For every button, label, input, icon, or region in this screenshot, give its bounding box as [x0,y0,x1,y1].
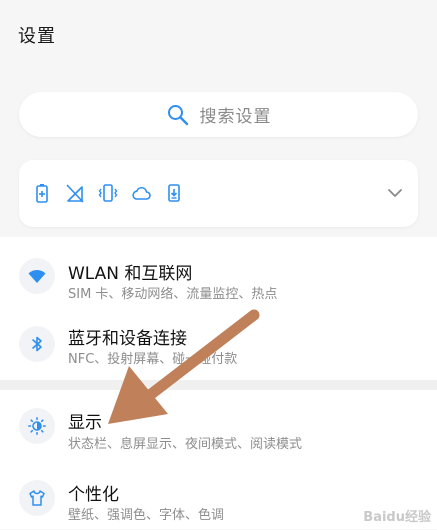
watermark: Baidu经验 [363,510,431,525]
settings-item-subtitle: NFC、投射屏幕、碰一碰付款 [68,352,238,367]
settings-item-bluetooth[interactable]: 蓝牙和设备连接 NFC、投射屏幕、碰一碰付款 [0,314,437,380]
search-bar[interactable]: 搜索设置 [19,92,418,137]
download-icon[interactable] [163,182,185,204]
shirt-icon [19,480,55,516]
settings-item-title: 蓝牙和设备连接 [68,329,187,349]
settings-item-title: 个性化 [68,485,119,505]
settings-item-wlan[interactable]: WLAN 和互联网 SIM 卡、移动网络、流量监控、热点 [0,243,437,309]
settings-item-title: WLAN 和互联网 [68,264,193,284]
mobile-data-off-icon[interactable] [64,182,86,204]
settings-item-subtitle: SIM 卡、移动网络、流量监控、热点 [68,287,278,302]
settings-item-title: 显示 [68,413,102,433]
settings-section-connectivity: WLAN 和互联网 SIM 卡、移动网络、流量监控、热点 蓝牙和设备连接 NFC… [0,237,437,380]
battery-icon[interactable] [31,182,53,204]
vibrate-icon[interactable] [97,182,119,204]
section-divider [0,380,437,390]
settings-item-subtitle: 壁纸、强调色、字体、色调 [68,508,225,523]
brightness-icon [19,408,55,444]
search-icon [166,103,190,127]
settings-item-display[interactable]: 显示 状态栏、息屏显示、夜间模式、阅读模式 [0,395,437,461]
quick-toggles-card [19,160,418,227]
search-placeholder: 搜索设置 [199,107,272,127]
settings-item-subtitle: 状态栏、息屏显示、夜间模式、阅读模式 [68,437,303,452]
page-title: 设置 [18,26,56,47]
cloud-icon[interactable] [130,182,152,204]
chevron-down-icon[interactable] [384,182,406,204]
bluetooth-icon [19,326,55,362]
wifi-icon [19,258,55,294]
